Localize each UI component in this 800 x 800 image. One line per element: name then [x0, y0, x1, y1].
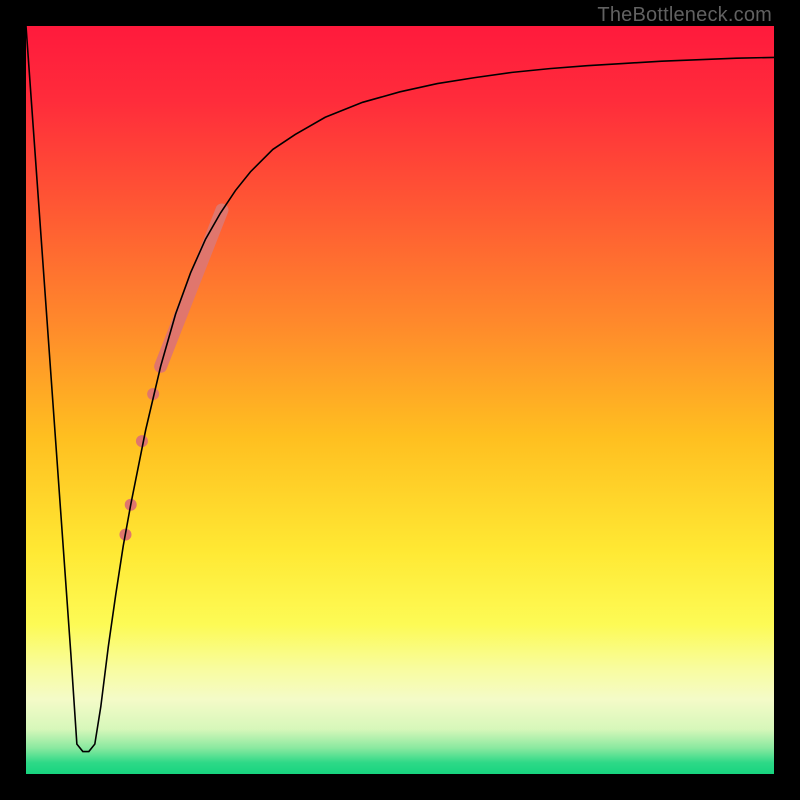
watermark-text: TheBottleneck.com	[597, 4, 772, 27]
salmon-highlight	[161, 210, 222, 366]
chart-frame: TheBottleneck.com	[0, 0, 800, 800]
chart-svg	[26, 26, 774, 774]
bottleneck-curve	[26, 26, 774, 752]
plot-area	[26, 26, 774, 774]
